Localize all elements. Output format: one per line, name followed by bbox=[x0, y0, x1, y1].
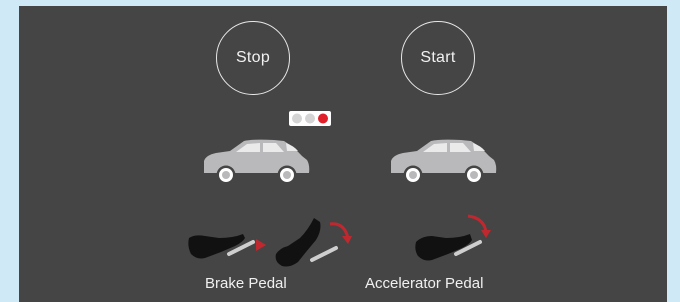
brake-pedal-label: Brake Pedal bbox=[205, 275, 287, 292]
stop-button[interactable]: Stop bbox=[216, 21, 290, 95]
moving-car-icon bbox=[391, 139, 497, 185]
traffic-light-icon bbox=[289, 111, 331, 126]
lamp-1 bbox=[292, 113, 302, 124]
accelerator-pedal-label: Accelerator Pedal bbox=[365, 275, 484, 292]
lamp-2 bbox=[305, 113, 315, 124]
start-button-label: Start bbox=[420, 49, 456, 66]
transition-arrow-icon bbox=[256, 239, 266, 251]
start-button[interactable]: Start bbox=[401, 21, 475, 95]
brake-foot-lifted-icon bbox=[275, 218, 352, 267]
lamp-3 bbox=[318, 113, 328, 124]
brake-foot-pressed-icon bbox=[188, 234, 255, 259]
stop-button-label: Stop bbox=[235, 49, 271, 66]
accelerator-foot-icon bbox=[415, 214, 491, 261]
stopped-car-icon bbox=[204, 139, 310, 185]
